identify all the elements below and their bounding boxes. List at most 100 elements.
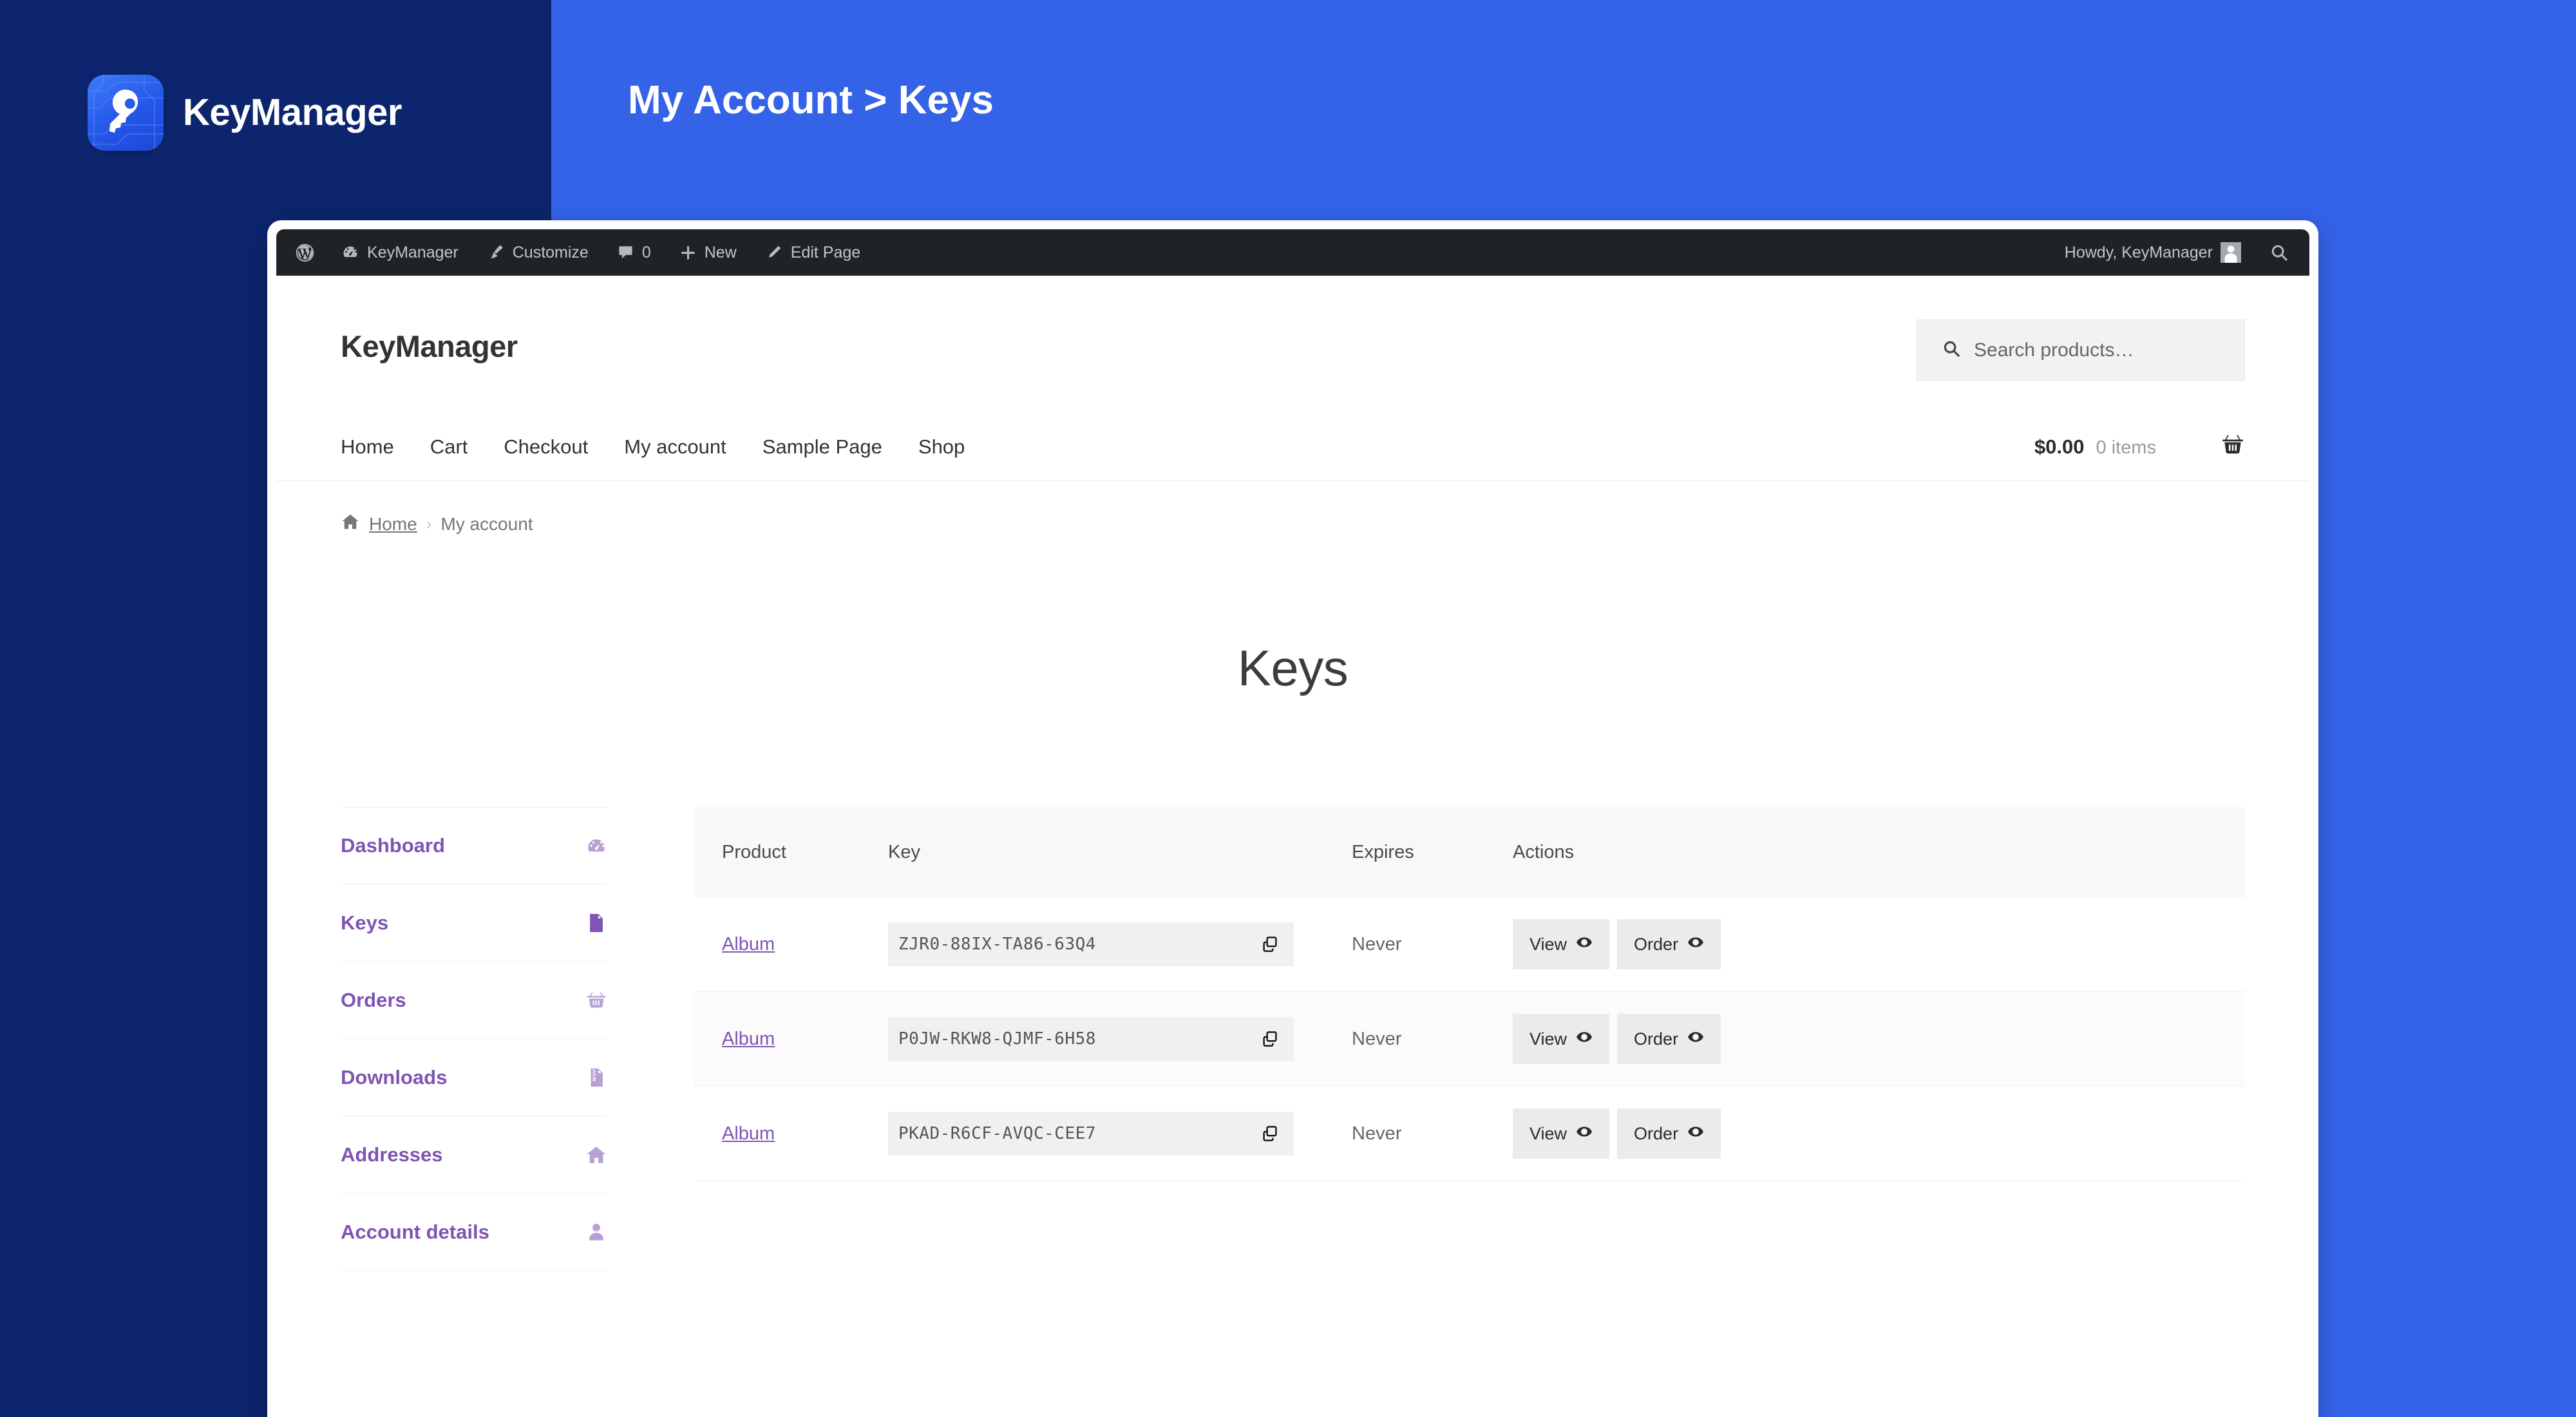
order-button[interactable]: Order [1617, 919, 1721, 969]
page-hero-title: My Account > Keys [628, 78, 994, 122]
brand-name: KeyManager [183, 91, 402, 133]
sidebar-item-label: Account details [341, 1220, 489, 1243]
view-button[interactable]: View [1513, 1108, 1610, 1159]
cell-product: Album [695, 897, 888, 992]
order-button-label: Order [1634, 1029, 1679, 1049]
sidebar-item-dashboard[interactable]: Dashboard [341, 807, 607, 884]
sidebar-item-label: Keys [341, 911, 389, 934]
wordpress-admin-bar: KeyManager Customize 0 New Edit Page How… [276, 229, 2309, 276]
column-header-product: Product [695, 807, 888, 897]
wordpress-logo-icon[interactable] [283, 229, 327, 276]
breadcrumb: Home › My account [276, 481, 2309, 536]
table-row: Album PKAD-R6CF-AVQC-CEE7 Never View Ord… [695, 1086, 2245, 1181]
column-header-key: Key [888, 807, 1352, 897]
primary-nav: Home Cart Checkout My account Sample Pag… [341, 435, 983, 459]
adminbar-edit-page[interactable]: Edit Page [751, 229, 875, 276]
row-actions: View Order [1513, 1108, 2245, 1159]
eye-icon [1576, 1029, 1593, 1050]
nav-item-my-account[interactable]: My account [606, 435, 744, 459]
expires-value: Never [1352, 1123, 1402, 1144]
order-button[interactable]: Order [1617, 1014, 1721, 1064]
cell-actions: View Order [1513, 897, 2245, 992]
adminbar-site-name[interactable]: KeyManager [327, 229, 473, 276]
adminbar-new[interactable]: New [665, 229, 751, 276]
copy-icon[interactable] [1260, 1124, 1280, 1143]
search-icon [2269, 243, 2289, 262]
cart-item-count: 0 items [2096, 437, 2156, 458]
license-key-field[interactable]: ZJR0-88IX-TA86-63Q4 [888, 922, 1294, 966]
breadcrumb-current: My account [440, 513, 533, 534]
cell-key: ZJR0-88IX-TA86-63Q4 [888, 897, 1352, 992]
keys-table-body: Album ZJR0-88IX-TA86-63Q4 Never View Ord… [695, 897, 2245, 1181]
breadcrumb-home-link[interactable]: Home [369, 514, 417, 535]
cell-actions: View Order [1513, 991, 2245, 1087]
expires-value: Never [1352, 933, 1402, 955]
expires-value: Never [1352, 1028, 1402, 1049]
adminbar-search-button[interactable] [2255, 229, 2303, 276]
cell-key: P0JW-RKW8-QJMF-6H58 [888, 991, 1352, 1087]
wordpress-logo-glyph [294, 242, 316, 263]
copy-icon[interactable] [1260, 935, 1280, 954]
adminbar-site-name-label: KeyManager [367, 243, 459, 262]
nav-item-cart[interactable]: Cart [412, 435, 486, 459]
sidebar-item-label: Downloads [341, 1065, 448, 1089]
zip-file-icon [585, 1067, 607, 1089]
cart-summary[interactable]: $0.00 0 items [2034, 433, 2245, 461]
gauge-icon [585, 835, 607, 857]
license-key-field[interactable]: P0JW-RKW8-QJMF-6H58 [888, 1017, 1294, 1061]
primary-nav-row: Home Cart Checkout My account Sample Pag… [276, 413, 2309, 481]
cell-expires: Never [1352, 897, 1513, 992]
adminbar-comments[interactable]: 0 [603, 229, 665, 276]
comment-bubble-icon [617, 244, 634, 262]
my-account-layout: Dashboard Keys Orders Downloads Addresse… [276, 807, 2309, 1271]
brand-lockup: KeyManager [88, 75, 402, 151]
cell-expires: Never [1352, 1086, 1513, 1181]
keys-table: Product Key Expires Actions Album ZJR0-8… [695, 807, 2245, 1181]
view-button[interactable]: View [1513, 1014, 1610, 1064]
nav-item-checkout[interactable]: Checkout [486, 435, 606, 459]
license-key-field[interactable]: PKAD-R6CF-AVQC-CEE7 [888, 1112, 1294, 1155]
adminbar-customize[interactable]: Customize [473, 229, 603, 276]
product-link[interactable]: Album [722, 934, 775, 955]
user-avatar-icon [2221, 242, 2241, 263]
adminbar-customize-label: Customize [512, 243, 589, 262]
nav-item-sample-page[interactable]: Sample Page [744, 435, 900, 459]
view-button[interactable]: View [1513, 919, 1610, 969]
sidebar-item-orders[interactable]: Orders [341, 962, 607, 1039]
shopping-basket-icon[interactable] [2221, 433, 2245, 461]
product-link[interactable]: Album [722, 1123, 775, 1144]
cell-product: Album [695, 1086, 888, 1181]
nav-item-home[interactable]: Home [341, 435, 412, 459]
site-title[interactable]: KeyManager [341, 328, 518, 364]
view-button-label: View [1530, 934, 1567, 954]
browser-window: KeyManager Customize 0 New Edit Page How… [267, 220, 2318, 1417]
adminbar-new-label: New [704, 243, 737, 262]
row-actions: View Order [1513, 1014, 2245, 1064]
product-link[interactable]: Album [722, 1029, 775, 1049]
order-button[interactable]: Order [1617, 1108, 1721, 1159]
copy-icon[interactable] [1260, 1029, 1280, 1049]
cell-expires: Never [1352, 991, 1513, 1087]
cell-actions: View Order [1513, 1086, 2245, 1181]
home-icon [585, 1144, 607, 1166]
eye-icon [1576, 1123, 1593, 1145]
adminbar-account[interactable]: Howdy, KeyManager [2050, 229, 2255, 276]
sidebar-item-downloads[interactable]: Downloads [341, 1039, 607, 1116]
nav-item-shop[interactable]: Shop [900, 435, 983, 459]
adminbar-howdy-label: Howdy, KeyManager [2064, 243, 2213, 262]
adminbar-comments-count: 0 [641, 243, 651, 262]
row-actions: View Order [1513, 919, 2245, 969]
eye-icon [1687, 1123, 1704, 1145]
document-icon [585, 912, 607, 934]
search-input[interactable]: Search products… [1917, 319, 2245, 381]
table-row: Album ZJR0-88IX-TA86-63Q4 Never View Ord… [695, 897, 2245, 992]
sidebar-item-account-details[interactable]: Account details [341, 1194, 607, 1271]
sidebar-item-keys[interactable]: Keys [341, 884, 607, 962]
paintbrush-icon [487, 243, 505, 262]
sidebar-item-addresses[interactable]: Addresses [341, 1116, 607, 1194]
license-key-value: P0JW-RKW8-QJMF-6H58 [898, 1029, 1096, 1049]
license-key-value: ZJR0-88IX-TA86-63Q4 [898, 935, 1096, 954]
pencil-icon [765, 243, 783, 262]
column-header-expires: Expires [1352, 807, 1513, 897]
breadcrumb-separator: › [426, 514, 432, 533]
